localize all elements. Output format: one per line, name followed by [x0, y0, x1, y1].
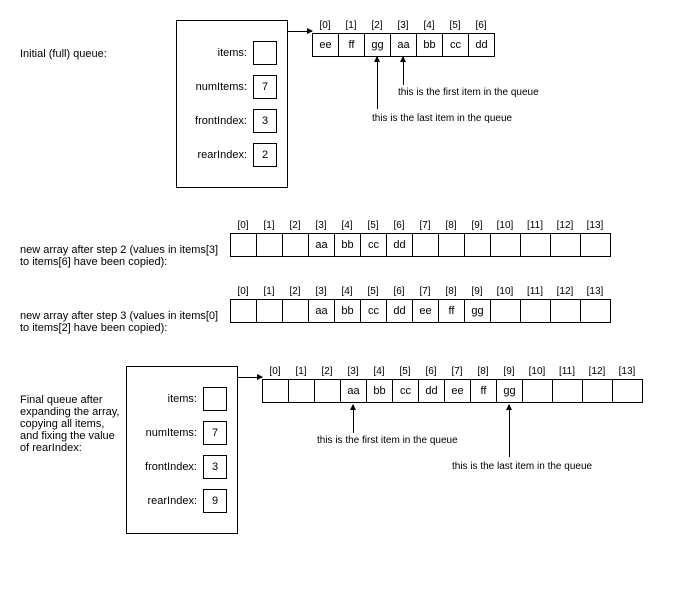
array-area: [0] [1] [2] [3] [4] [5] [6] [7] [8] [9] … [262, 366, 643, 477]
section-step3: new array after step 3 (values in items[… [20, 286, 680, 334]
index-row: [0] [1] [2] [3] [4] [5] [6] [7] [8] [9] … [230, 220, 611, 233]
section-label: Final queue after expanding the array, c… [20, 366, 120, 454]
field-frontIndex: frontIndex: 3 [187, 109, 277, 133]
index-row: [0] [1] [2] [3] [4] [5] [6] [312, 20, 495, 33]
section-final: Final queue after expanding the array, c… [20, 366, 680, 534]
section-step2: new array after step 2 (values in items[… [20, 220, 680, 268]
anno-last: this is the last item in the queue [452, 461, 592, 472]
cell-row: ee ff gg aa bb cc dd [312, 33, 495, 57]
annotation-area: this is the first item in the queue this… [262, 405, 643, 477]
annotation-area: this is the first item in the queue this… [312, 57, 495, 129]
array-area: [0] [1] [2] [3] [4] [5] [6] ee ff gg aa … [312, 20, 495, 129]
cell-row: aa bb cc dd [230, 233, 611, 257]
field-numItems: numItems: 7 [187, 75, 277, 99]
index-row: [0] [1] [2] [3] [4] [5] [6] [7] [8] [9] … [230, 286, 611, 299]
arrow-to-first [353, 405, 354, 433]
field-numItems: numItems: 7 [137, 421, 227, 445]
field-frontIndex: frontIndex: 3 [137, 455, 227, 479]
section-label: Initial (full) queue: [20, 20, 170, 60]
array-area: [0] [1] [2] [3] [4] [5] [6] [7] [8] [9] … [230, 286, 611, 323]
field-items: items: [137, 387, 227, 411]
anno-last: this is the last item in the queue [372, 113, 512, 124]
field-rearIndex: rearIndex: 9 [137, 489, 227, 513]
arrow-to-last [377, 57, 378, 109]
pointer-arrow [238, 377, 262, 378]
struct-box: items: numItems: 7 frontIndex: 3 rearInd… [176, 20, 288, 188]
struct-box: items: numItems: 7 frontIndex: 3 rearInd… [126, 366, 238, 534]
anno-first: this is the first item in the queue [398, 87, 539, 98]
cell-row: aa bb cc dd ee ff gg [262, 379, 643, 403]
field-rearIndex: rearIndex: 2 [187, 143, 277, 167]
arrow-to-first [403, 57, 404, 85]
array-area: [0] [1] [2] [3] [4] [5] [6] [7] [8] [9] … [230, 220, 611, 257]
arrow-to-last [509, 405, 510, 457]
pointer-arrow [288, 31, 312, 32]
field-items: items: [187, 41, 277, 65]
anno-first: this is the first item in the queue [317, 435, 458, 446]
section-label: new array after step 2 (values in items[… [20, 220, 230, 268]
index-row: [0] [1] [2] [3] [4] [5] [6] [7] [8] [9] … [262, 366, 643, 379]
section-label: new array after step 3 (values in items[… [20, 286, 230, 334]
cell-row: aa bb cc dd ee ff gg [230, 299, 611, 323]
section-initial: Initial (full) queue: items: numItems: 7… [20, 20, 680, 188]
